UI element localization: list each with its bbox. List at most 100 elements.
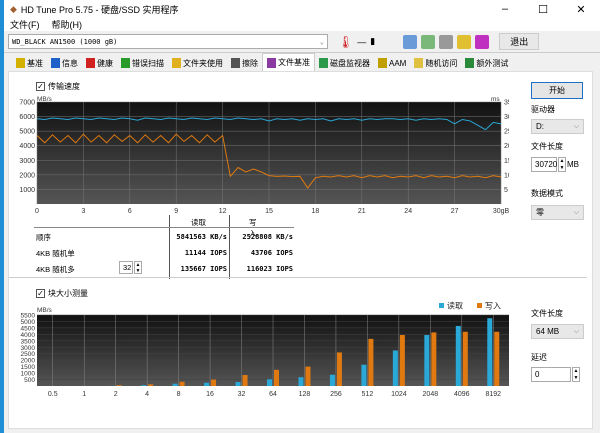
block-file-length-label: 文件长度 [531,309,563,318]
window-title: HD Tune Pro 5.75 - 硬盘/SSD 实用程序 [20,4,179,15]
write-bar [211,379,217,386]
magnifier-icon [121,58,130,68]
tab-0[interactable]: 基准 [12,55,47,71]
write-bar [116,385,122,386]
info-icon [51,58,60,68]
tab-2[interactable]: 健康 [82,55,117,71]
copy-green-icon[interactable] [421,34,436,49]
x-tick-label: 64 [269,391,277,398]
tab-label: 基准 [27,58,43,68]
y2-axis-label: ms [491,96,500,103]
y-tick-label: 3000 [19,158,35,165]
random-access-icon [414,58,424,68]
exit-button[interactable]: 退出 [499,33,540,50]
file-length-stepper[interactable]: ▲ ▼ [558,157,566,172]
file-benchmark-icon [267,57,276,68]
drive-select[interactable]: WD_BLACK AN1500 (1000 gB) ⌄ [8,34,328,49]
legend-swatch [477,303,482,308]
y2-tick-label: 30 [504,114,509,121]
x-tick-label: 1 [82,391,86,398]
tab-6[interactable]: 文件基准 [262,53,315,71]
tab-label: 擦除 [242,58,258,68]
menu-bar: 文件(F) 帮助(H) [4,18,600,31]
close-button[interactable]: ✕ [562,3,600,16]
y-tick-label: 4000 [19,143,35,150]
chevron-down-icon: ⌄ [319,37,324,46]
read-bar [204,382,210,386]
camera-icon[interactable] [439,34,454,49]
menu-file[interactable]: 文件(F) [10,18,40,31]
write-bar [368,338,374,386]
temperature-value: — [357,36,367,47]
read-bar [455,325,461,386]
write-bar [336,352,342,386]
data-pattern-select[interactable]: 零 ⌵ [531,205,584,220]
queue-depth-stepper[interactable]: ▲ ▼ [134,261,142,274]
health-cross-icon [86,58,95,68]
benchmark-icon [16,58,25,68]
drive-letter-select[interactable]: D: ⌵ [531,119,584,134]
tab-4[interactable]: 文件夹使用 [168,55,227,71]
options-icon[interactable] [457,34,472,49]
tab-5[interactable]: 擦除 [227,55,262,71]
tab-3[interactable]: 错误扫描 [117,55,168,71]
x-tick-label: 32 [238,391,246,398]
tab-label: 随机访问 [425,58,458,68]
tab-8[interactable]: AAM [374,55,410,71]
x-tick-label: 512 [362,391,374,398]
copy-icon[interactable] [403,34,418,49]
y-tick-label: 4000 [21,332,36,339]
x-tick-label: 30gB [493,208,509,215]
read-bar [298,377,304,386]
result-read: 135667 IOPS [180,265,227,273]
y-axis-label: MB/s [37,307,53,314]
read-bar [424,335,430,386]
queue-depth-input[interactable]: 32 [119,261,133,274]
read-bar [235,381,241,386]
x-tick-label: 0.5 [48,391,58,398]
x-tick-label: 16 [206,391,214,398]
tab-bar: 基准 信息 健康 错误扫描 文件夹使用 擦除 文件基准 磁盘监视器 AAM 随机访问 额外测试 [4,53,600,71]
read-bar [392,350,398,386]
drive-select-value: WD_BLACK AN1500 (1000 gB) [12,37,118,46]
app-icon: ◆ [10,3,17,14]
y2-tick-label: 20 [504,143,509,150]
file-length-input[interactable]: 30720 [531,157,557,172]
file-benchmark-panel: ✓ 传输速度 0 3 6 9 12 15 18 21 24 27 30gB 1000 2000 3000 40… [8,71,593,429]
trash-icon [231,58,240,68]
x-tick-label: 128 [299,391,311,398]
maximize-button[interactable]: ☐ [524,3,562,16]
start-button[interactable]: 开始 [531,82,583,99]
thermometer-icon: 🌡 [338,34,354,49]
tab-label: 额外测试 [476,58,509,68]
write-bar [399,335,405,386]
y-axis-label: MB/s [37,96,53,103]
result-write: 116023 IOPS [246,265,293,273]
tab-9[interactable]: 随机访问 [410,55,461,71]
save-icon[interactable]: ▮ [370,36,375,47]
header-read: 读取 [191,218,206,227]
x-tick-label: 8192 [485,391,501,398]
block-file-length-select[interactable]: 64 MB ⌵ [531,324,584,339]
y-tick-label: 3000 [21,345,36,352]
y-tick-label: 3500 [21,338,36,345]
tab-1[interactable]: 信息 [47,55,82,71]
tab-label: AAM [389,58,407,68]
download-icon[interactable] [475,34,490,49]
delay-label: 延迟 [531,353,547,362]
menu-help[interactable]: 帮助(H) [52,18,83,31]
x-tick-label: 256 [330,391,342,398]
write-bar [494,331,500,386]
y-tick-label: 2000 [21,358,36,365]
drive-letter-value: D: [536,122,544,131]
delay-stepper[interactable]: ▲ ▼ [572,367,580,382]
x-tick-label: 21 [358,208,366,215]
minimize-button[interactable]: – [486,3,524,16]
x-tick-label: 18 [312,208,320,215]
x-tick-label: 0 [35,208,39,215]
read-bar [267,379,272,386]
delay-input[interactable]: 0 [531,367,571,382]
tab-7[interactable]: 磁盘监视器 [315,55,374,71]
tab-10[interactable]: 额外测试 [461,55,512,71]
legend-label: 读取 [447,301,463,311]
